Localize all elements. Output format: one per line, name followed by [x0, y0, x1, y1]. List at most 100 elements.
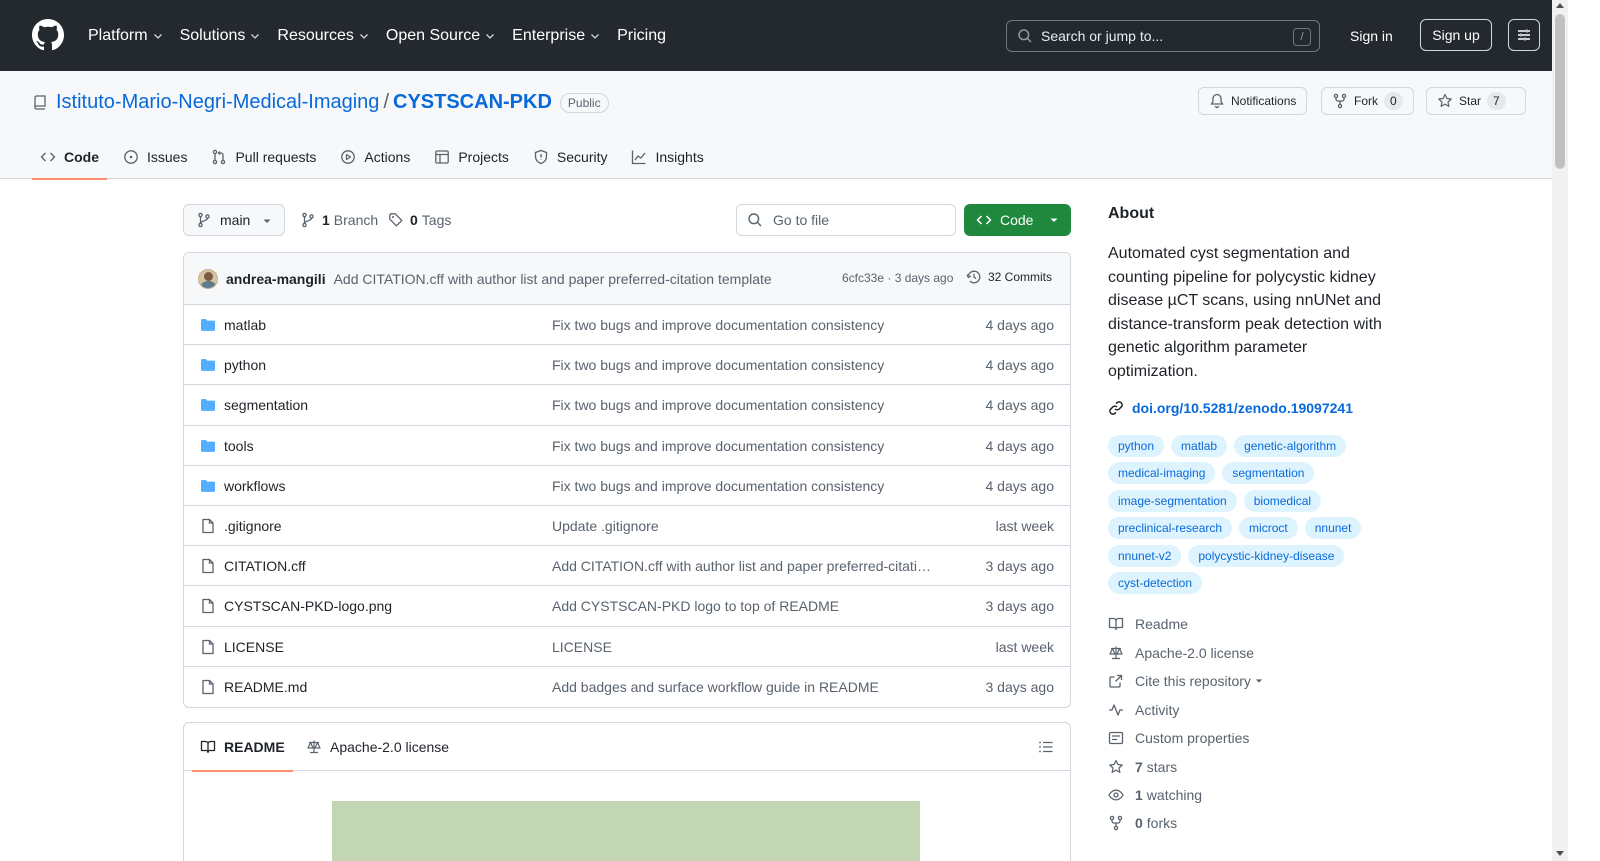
star-icon	[1438, 93, 1452, 107]
file-commit-message-link[interactable]: Fix two bugs and improve documentation c…	[552, 478, 936, 494]
scroll-down-arrow-icon[interactable]	[1556, 851, 1564, 856]
tab-actions[interactable]: Actions	[332, 134, 418, 179]
tab-insights[interactable]: Insights	[623, 134, 711, 179]
scrollbar-thumb[interactable]	[1555, 14, 1565, 169]
file-name-link[interactable]: tools	[224, 438, 254, 454]
caret-down-icon	[1050, 218, 1058, 222]
code-button[interactable]: Code	[964, 204, 1071, 236]
file-commit-message-link[interactable]: Update .gitignore	[552, 518, 936, 534]
topic-tag[interactable]: nnunet	[1304, 517, 1362, 540]
tab-security[interactable]: Security	[525, 134, 616, 179]
topic-tag[interactable]: image-segmentation	[1108, 489, 1237, 512]
repo-owner-link[interactable]: Istituto-Mario-Negri-Medical-Imaging	[56, 91, 379, 114]
folder-icon	[201, 359, 215, 372]
file-name-link[interactable]: CITATION.cff	[224, 558, 306, 574]
fork-button[interactable]: Fork 0	[1321, 87, 1414, 115]
topic-tag[interactable]: segmentation	[1222, 462, 1315, 485]
note-icon	[1108, 731, 1124, 745]
nav-open-source[interactable]: Open Source	[386, 27, 496, 45]
cite-repository-button[interactable]: Cite this repository	[1108, 673, 1263, 689]
activity-label: Activity	[1135, 702, 1180, 718]
file-name-link[interactable]: .gitignore	[224, 518, 282, 534]
notifications-button[interactable]: Notifications	[1198, 87, 1308, 115]
scroll-up-arrow-icon[interactable]	[1556, 3, 1564, 8]
file-commit-message-link[interactable]: Fix two bugs and improve documentation c…	[552, 357, 936, 373]
nav-platform[interactable]: Platform	[88, 27, 164, 45]
doi-link[interactable]: doi.org/10.5281/zenodo.19097241	[1108, 400, 1353, 416]
topic-tag[interactable]: nnunet-v2	[1108, 544, 1182, 567]
readme-link[interactable]: Readme	[1108, 616, 1188, 632]
file-row: matlab Fix two bugs and improve documenta…	[184, 305, 1070, 346]
file-name-link[interactable]: LICENSE	[224, 639, 284, 655]
commit-author-link[interactable]: andrea-mangili	[226, 271, 326, 287]
file-name-link[interactable]: CYSTSCAN-PKD-logo.png	[224, 598, 392, 614]
tab-issues[interactable]: Issues	[115, 134, 195, 179]
topic-tag[interactable]: microct	[1239, 517, 1298, 540]
tab-pull-requests[interactable]: Pull requests	[203, 134, 324, 179]
tab-license[interactable]: Apache-2.0 license	[306, 723, 449, 771]
graph-icon	[632, 150, 646, 164]
avatar[interactable]	[198, 268, 218, 289]
topic-tag[interactable]: medical-imaging	[1108, 462, 1216, 485]
tab-code[interactable]: Code	[32, 134, 107, 180]
star-button[interactable]: Star 7	[1426, 87, 1526, 115]
topic-tag[interactable]: python	[1108, 435, 1165, 457]
file-name-link[interactable]: workflows	[224, 478, 285, 494]
file-commit-message-link[interactable]: Fix two bugs and improve documentation c…	[552, 317, 936, 333]
tag-count: 0	[410, 212, 418, 228]
file-commit-message-link[interactable]: LICENSE	[552, 639, 936, 655]
list-icon[interactable]	[1038, 739, 1054, 755]
tab-readme[interactable]: README	[192, 723, 293, 772]
commit-message-link[interactable]: Add CITATION.cff with author list and pa…	[334, 271, 772, 287]
topic-tag[interactable]: biomedical	[1243, 489, 1322, 512]
nav-pricing[interactable]: Pricing	[617, 27, 666, 45]
forks-link[interactable]: 0 forks	[1108, 815, 1177, 831]
custom-properties-link[interactable]: Custom properties	[1108, 730, 1249, 746]
notifications-label: Notifications	[1231, 94, 1297, 108]
topic-tag[interactable]: matlab	[1171, 435, 1228, 457]
repo-name-link[interactable]: CYSTSCAN-PKD	[393, 91, 552, 114]
sign-up-button[interactable]: Sign up	[1420, 19, 1492, 51]
file-rows: matlab Fix two bugs and improve documenta…	[184, 305, 1070, 707]
tab-label: Apache-2.0 license	[330, 739, 450, 755]
tab-projects[interactable]: Projects	[426, 134, 517, 179]
file-commit-message-link[interactable]: Add badges and surface workflow guide in…	[552, 679, 936, 695]
topic-tag[interactable]: polycystic-kidney-disease	[1188, 544, 1345, 567]
file-list: andrea-mangili Add CITATION.cff with aut…	[183, 252, 1071, 708]
topic-tag[interactable]: cyst-detection	[1108, 571, 1203, 594]
file-row: README.md Add badges and surface workflow…	[184, 667, 1070, 707]
nav-solutions[interactable]: Solutions	[180, 27, 262, 45]
stars-link[interactable]: 7 stars	[1108, 759, 1177, 775]
license-link[interactable]: Apache-2.0 license	[1108, 645, 1254, 661]
file-commit-message-link[interactable]: Fix two bugs and improve documentation c…	[552, 397, 936, 413]
file-name-link[interactable]: python	[224, 357, 266, 373]
file-commit-message-link[interactable]: Add CYSTSCAN-PKD logo to top of README	[552, 598, 936, 614]
file-name-link[interactable]: segmentation	[224, 397, 308, 413]
file-commit-message-link[interactable]: Add CITATION.cff with author list and pa…	[552, 558, 936, 574]
page-scrollbar[interactable]	[1552, 0, 1568, 861]
commits-history-link[interactable]: 32 Commits	[966, 269, 1052, 285]
latest-commit-row: andrea-mangili Add CITATION.cff with aut…	[184, 253, 1070, 305]
nav-resources[interactable]: Resources	[277, 27, 369, 45]
global-search-input[interactable]: Search or jump to... /	[1006, 20, 1320, 52]
sign-in-link[interactable]: Sign in	[1342, 20, 1401, 52]
file-commit-date: 4 days ago	[985, 357, 1055, 374]
topic-tag[interactable]: preclinical-research	[1108, 517, 1233, 540]
tags-link[interactable]: 0 Tags	[388, 212, 451, 228]
file-commit-message-link[interactable]: Fix two bugs and improve documentation c…	[552, 438, 936, 454]
watching-link[interactable]: 1 watching	[1108, 787, 1202, 803]
branch-selector[interactable]: main	[183, 204, 285, 236]
file-name-link[interactable]: matlab	[224, 317, 266, 333]
cite-icon	[1109, 674, 1123, 688]
nav-enterprise[interactable]: Enterprise	[512, 27, 601, 45]
branches-link[interactable]: 1 Branch	[300, 212, 378, 228]
header-menu-button[interactable]	[1508, 19, 1540, 51]
go-to-file-input[interactable]: Go to file	[736, 204, 956, 236]
github-logo-icon[interactable]	[32, 19, 64, 51]
topic-tag[interactable]: genetic-algorithm	[1234, 435, 1347, 457]
custom-properties-label: Custom properties	[1135, 730, 1250, 746]
chevron-down-icon	[153, 33, 162, 39]
file-name-link[interactable]: README.md	[224, 679, 307, 695]
file-row: .gitignore Update .gitignore last week	[184, 506, 1070, 547]
activity-link[interactable]: Activity	[1108, 702, 1179, 718]
